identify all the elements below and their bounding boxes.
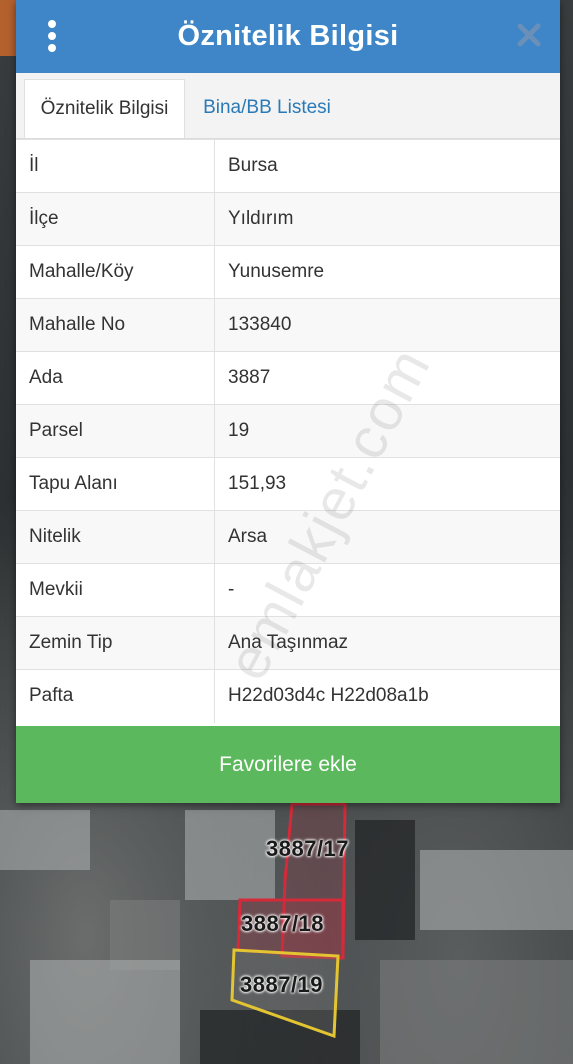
attribute-table: İl Bursa İlçe Yıldırım Mahalle/Köy Yunusemr… — [16, 139, 560, 723]
attribute-value: Bursa — [214, 139, 560, 193]
attribute-value: Yıldırım — [214, 192, 560, 246]
attribute-key: İlçe — [16, 192, 215, 246]
attribute-key: Parsel — [16, 404, 215, 458]
table-row: Ada 3887 — [16, 351, 560, 405]
add-favorite-button[interactable]: Favorilere ekle — [16, 726, 560, 803]
attribute-value: - — [214, 563, 560, 617]
attribute-value: Yunusemre — [214, 245, 560, 299]
table-row: Parsel 19 — [16, 404, 560, 458]
attribute-value: 133840 — [214, 298, 560, 352]
attribute-value: 19 — [214, 404, 560, 458]
attribute-key: İl — [16, 139, 215, 193]
attribute-key: Ada — [16, 351, 215, 405]
attribute-key: Mahalle No — [16, 298, 215, 352]
attribute-value: 151,93 — [214, 457, 560, 511]
attribute-key: Mahalle/Köy — [16, 245, 215, 299]
table-row: Pafta H22d03d4c H22d08a1b — [16, 669, 560, 723]
kebab-menu-icon[interactable] — [46, 20, 58, 52]
tab-bar: Öznitelik Bilgisi Bina/BB Listesi — [16, 73, 560, 139]
attribute-value: 3887 — [214, 351, 560, 405]
parcel-label-18: 3887/18 — [241, 911, 325, 936]
attribute-info-panel: Öznitelik Bilgisi Öznitelik Bilgisi Bina… — [16, 0, 560, 803]
attribute-key: Tapu Alanı — [16, 457, 215, 511]
attribute-value: H22d03d4c H22d08a1b — [214, 669, 560, 723]
close-icon[interactable] — [516, 22, 542, 48]
table-row: Tapu Alanı 151,93 — [16, 457, 560, 511]
attribute-key: Mevkii — [16, 563, 215, 617]
table-row: İlçe Yıldırım — [16, 192, 560, 246]
table-row: Mevkii - — [16, 563, 560, 617]
table-row: Mahalle/Köy Yunusemre — [16, 245, 560, 299]
parcel-label-17: 3887/17 — [266, 836, 350, 861]
attribute-value: Arsa — [214, 510, 560, 564]
table-row: Mahalle No 133840 — [16, 298, 560, 352]
attribute-key: Nitelik — [16, 510, 215, 564]
attribute-value: Ana Taşınmaz — [214, 616, 560, 670]
panel-title: Öznitelik Bilgisi — [177, 20, 399, 52]
attribute-key: Zemin Tip — [16, 616, 215, 670]
panel-header: Öznitelik Bilgisi — [16, 0, 560, 73]
attribute-key: Pafta — [16, 669, 215, 723]
tab-attribute-info[interactable]: Öznitelik Bilgisi — [24, 79, 185, 138]
table-row: Nitelik Arsa — [16, 510, 560, 564]
tab-building-list[interactable]: Bina/BB Listesi — [196, 79, 338, 137]
parcel-label-19: 3887/19 — [240, 972, 324, 997]
table-row: Zemin Tip Ana Taşınmaz — [16, 616, 560, 670]
table-row: İl Bursa — [16, 139, 560, 193]
